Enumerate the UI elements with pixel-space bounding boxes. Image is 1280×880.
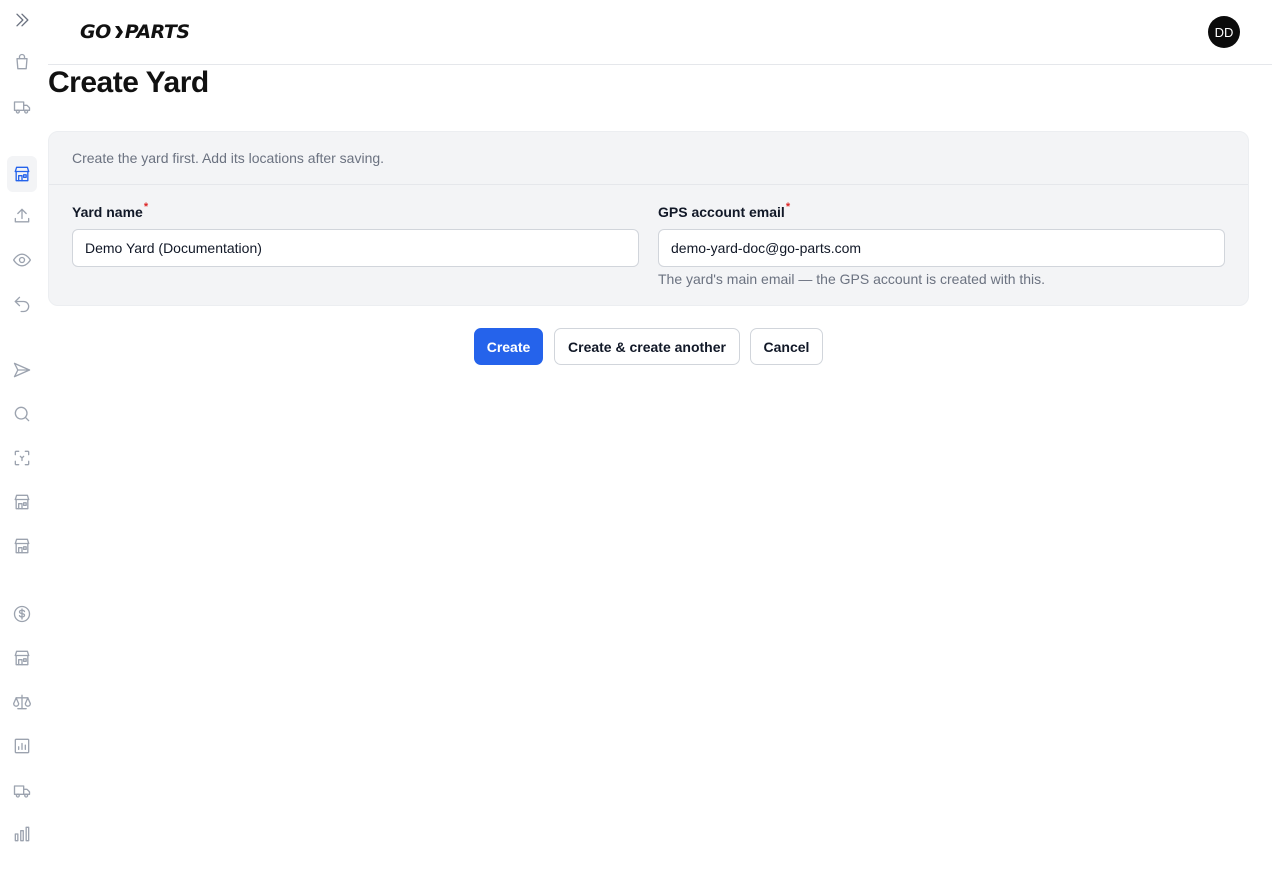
truck-icon [13, 101, 31, 114]
form-description: Create the yard first. Add its locations… [72, 150, 385, 166]
logo-text-left: GO [80, 21, 111, 43]
required-mark: * [143, 201, 149, 213]
chart-box-icon [14, 738, 30, 754]
sidebar-expand-button[interactable] [7, 2, 37, 38]
sidebar-item-store-b[interactable] [7, 528, 37, 564]
scan-icon [14, 450, 30, 466]
sidebar-item-upload[interactable] [7, 198, 37, 234]
dollar-circle-icon [13, 605, 31, 623]
store-icon [14, 650, 30, 666]
create-button[interactable]: Create [474, 328, 543, 365]
sidebar-item-returns[interactable] [7, 286, 37, 322]
scale-icon [13, 694, 32, 710]
store-icon [14, 166, 30, 182]
logo-text-right: PARTS [124, 21, 190, 43]
sidebar-item-shipping[interactable] [7, 89, 37, 125]
search-icon [14, 406, 30, 422]
yard-name-input[interactable] [72, 229, 639, 267]
gps-email-label-text: GPS account email [658, 204, 785, 220]
sidebar-item-orders[interactable] [7, 44, 37, 80]
gps-email-help: The yard's main email — the GPS account … [658, 271, 1046, 287]
sidebar-item-analytics[interactable] [7, 816, 37, 852]
topbar: GO PARTS DD [48, 0, 1272, 65]
sidebar-item-search[interactable] [7, 396, 37, 432]
user-avatar[interactable]: DD [1208, 16, 1240, 48]
sidebar-item-yards[interactable] [7, 156, 37, 192]
sidebar-item-view[interactable] [7, 242, 37, 278]
bar-chart-icon [14, 826, 30, 842]
sidebar-item-store-c[interactable] [7, 640, 37, 676]
app-logo[interactable]: GO PARTS [80, 20, 190, 44]
send-icon [13, 362, 31, 378]
yard-name-label-text: Yard name [72, 204, 143, 220]
eye-icon [13, 253, 32, 267]
sidebar-item-reports[interactable] [7, 728, 37, 764]
sidebar-item-scan[interactable] [7, 440, 37, 476]
sidebar-item-send[interactable] [7, 352, 37, 388]
logo-arrow-icon [114, 26, 123, 38]
cancel-button[interactable]: Cancel [750, 328, 823, 365]
gps-email-input[interactable] [658, 229, 1225, 267]
create-another-button[interactable]: Create & create another [554, 328, 740, 365]
sidebar-item-delivery[interactable] [7, 773, 37, 809]
sidebar [0, 0, 44, 880]
upload-icon [14, 208, 30, 223]
shopping-bag-icon [16, 53, 28, 70]
sidebar-item-billing[interactable] [7, 596, 37, 632]
required-mark: * [785, 201, 791, 213]
yard-name-label: Yard name* [72, 201, 149, 220]
sidebar-item-legal[interactable] [7, 684, 37, 720]
store-icon [14, 494, 30, 510]
gps-email-label: GPS account email* [658, 201, 791, 220]
truck-icon [13, 785, 31, 798]
card-divider [49, 184, 1248, 185]
page-title: Create Yard [48, 66, 209, 99]
undo-icon [14, 296, 30, 313]
form-card: Create the yard first. Add its locations… [48, 131, 1249, 306]
chevrons-right-icon [16, 13, 29, 27]
store-icon [14, 538, 30, 554]
sidebar-item-store-a[interactable] [7, 484, 37, 520]
